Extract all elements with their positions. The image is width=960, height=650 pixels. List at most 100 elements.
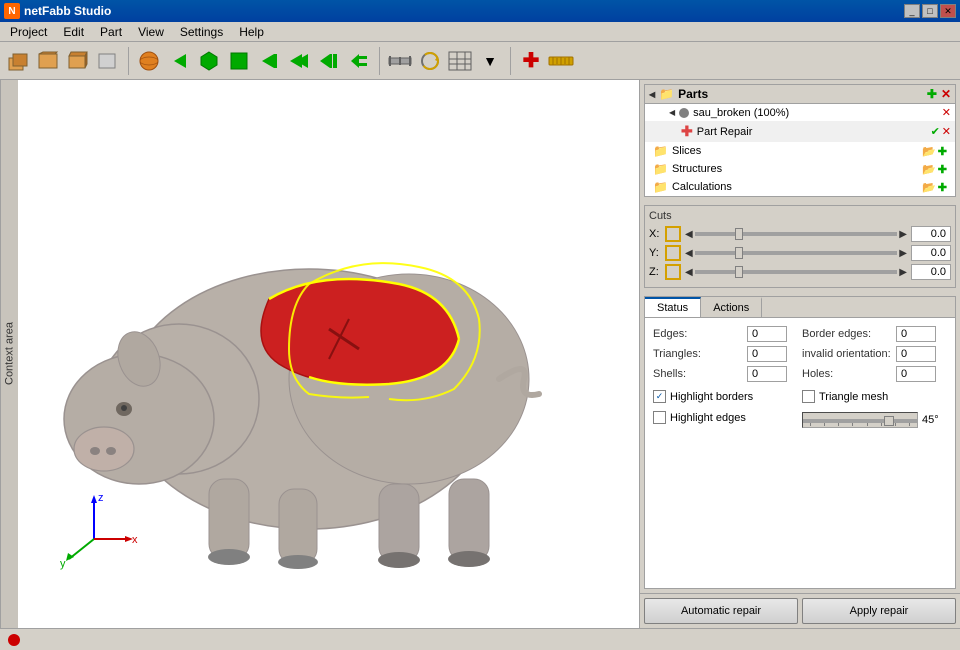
- tree-item-slices[interactable]: 📁 Slices 📂 ✚: [645, 142, 955, 160]
- menu-part[interactable]: Part: [92, 23, 130, 41]
- menu-edit[interactable]: Edit: [55, 23, 92, 41]
- repair-check-icon[interactable]: ✔: [931, 125, 940, 138]
- cut-arrow-left-x[interactable]: ◀: [685, 229, 693, 240]
- toolbar-arrow-left[interactable]: [165, 47, 193, 75]
- triangle-mesh-checkbox[interactable]: [802, 390, 815, 403]
- menu-help[interactable]: Help: [231, 23, 272, 41]
- toolbar-grid[interactable]: [446, 47, 474, 75]
- close-button[interactable]: ✕: [940, 4, 956, 18]
- cut-arrow-left-y[interactable]: ◀: [685, 248, 693, 259]
- toolbar: ▼ ✚: [0, 42, 960, 80]
- part-remove[interactable]: ✕: [942, 106, 951, 119]
- cut-row-z: Z: ◀ ▶ 0.0: [649, 264, 951, 280]
- invalid-orient-label: invalid orientation:: [802, 348, 892, 360]
- highlight-borders-row: Highlight borders: [653, 390, 798, 403]
- toolbar-measure[interactable]: [386, 47, 414, 75]
- context-area-label: Context area: [0, 80, 18, 628]
- toolbar-hexagon[interactable]: [195, 47, 223, 75]
- cut-slider-z[interactable]: [695, 270, 898, 274]
- status-edges-row: Edges: 0: [653, 326, 798, 342]
- menu-settings[interactable]: Settings: [172, 23, 231, 41]
- toolbar-circle-arrow[interactable]: [416, 47, 444, 75]
- automatic-repair-button[interactable]: Automatic repair: [644, 598, 798, 624]
- edges-label: Edges:: [653, 328, 743, 340]
- menu-bar: Project Edit Part View Settings Help: [0, 22, 960, 42]
- parts-remove-icon[interactable]: ✕: [941, 87, 951, 101]
- cut-arrow-left-z[interactable]: ◀: [685, 267, 693, 278]
- calcs-add-icon[interactable]: ✚: [938, 181, 947, 194]
- svg-text:z: z: [98, 492, 104, 504]
- parts-expand-arrow[interactable]: ◀: [649, 90, 655, 99]
- cut-row-x: X: ◀ ▶ 0.0: [649, 226, 951, 242]
- toolbar-dropdown[interactable]: ▼: [476, 47, 504, 75]
- slices-folder-icon: 📁: [653, 144, 668, 158]
- repair-cross-icon[interactable]: ✕: [942, 125, 951, 138]
- svg-text:y: y: [60, 558, 66, 570]
- toolbar-arrow-3[interactable]: [285, 47, 313, 75]
- toolbar-btn-4[interactable]: [94, 47, 122, 75]
- cut-value-y[interactable]: 0.0: [911, 245, 951, 261]
- highlight-edges-checkbox[interactable]: [653, 411, 666, 424]
- toolbar-sep-3: [510, 47, 511, 75]
- cut-checkbox-x[interactable]: [665, 226, 681, 242]
- toolbar-arrow-5[interactable]: [345, 47, 373, 75]
- parts-add-icon[interactable]: ✚: [927, 87, 937, 101]
- highlight-edges-row: Highlight edges: [653, 411, 798, 424]
- tab-bar: Status Actions: [645, 297, 955, 318]
- toolbar-ruler[interactable]: [547, 47, 575, 75]
- triangles-label: Triangles:: [653, 348, 743, 360]
- toolbar-sep-2: [379, 47, 380, 75]
- toolbar-btn-1[interactable]: [4, 47, 32, 75]
- angle-slider[interactable]: [802, 412, 918, 428]
- toolbar-arrow-2[interactable]: [255, 47, 283, 75]
- toolbar-arrow-4[interactable]: [315, 47, 343, 75]
- highlight-borders-checkbox[interactable]: [653, 390, 666, 403]
- calcs-open-icon[interactable]: 📂: [922, 181, 936, 194]
- structures-add-icon[interactable]: ✚: [938, 163, 947, 176]
- status-invalid-orient-row: invalid orientation: 0: [802, 346, 947, 362]
- cut-value-z[interactable]: 0.0: [911, 264, 951, 280]
- toolbar-green-box[interactable]: [225, 47, 253, 75]
- viewport[interactable]: Context area: [0, 80, 640, 628]
- triangles-value: 0: [747, 346, 787, 362]
- border-edges-value: 0: [896, 326, 936, 342]
- cut-label-z: Z:: [649, 266, 661, 278]
- highlight-edges-label: Highlight edges: [670, 412, 746, 424]
- tab-status[interactable]: Status: [645, 297, 701, 317]
- cut-slider-x[interactable]: [695, 232, 898, 236]
- tree-item-repair[interactable]: ✚ Part Repair ✔ ✕: [645, 121, 955, 142]
- toolbar-sphere[interactable]: [135, 47, 163, 75]
- cut-arrow-right-z[interactable]: ▶: [899, 267, 907, 278]
- tree-item-structures[interactable]: 📁 Structures 📂 ✚: [645, 160, 955, 178]
- tree-item-part[interactable]: ◀ sau_broken (100%) ✕: [645, 104, 955, 121]
- cut-row-y: Y: ◀ ▶ 0.0: [649, 245, 951, 261]
- apply-repair-button[interactable]: Apply repair: [802, 598, 956, 624]
- structures-open-icon[interactable]: 📂: [922, 163, 936, 176]
- title-bar: N netFabb Studio _ □ ✕: [0, 0, 960, 22]
- slices-open-icon[interactable]: 📂: [922, 145, 936, 158]
- cut-slider-y[interactable]: [695, 251, 898, 255]
- maximize-button[interactable]: □: [922, 4, 938, 18]
- right-panel: ◀ 📁 Parts ✚ ✕ ◀ sau_broken (100%) ✕: [640, 80, 960, 628]
- holes-label: Holes:: [802, 368, 892, 380]
- edges-value: 0: [747, 326, 787, 342]
- menu-view[interactable]: View: [130, 23, 172, 41]
- pig-3d-view[interactable]: z y x: [18, 80, 639, 628]
- toolbar-add[interactable]: ✚: [517, 47, 545, 75]
- tab-actions[interactable]: Actions: [701, 297, 762, 317]
- shells-value: 0: [747, 366, 787, 382]
- cut-checkbox-z[interactable]: [665, 264, 681, 280]
- slices-add-icon[interactable]: ✚: [938, 145, 947, 158]
- tree-item-calculations[interactable]: 📁 Calculations 📂 ✚: [645, 178, 955, 196]
- window-title: netFabb Studio: [24, 4, 111, 18]
- cut-arrow-right-x[interactable]: ▶: [899, 229, 907, 240]
- part-expand[interactable]: ◀: [669, 108, 675, 117]
- cut-value-x[interactable]: 0.0: [911, 226, 951, 242]
- menu-project[interactable]: Project: [2, 23, 55, 41]
- minimize-button[interactable]: _: [904, 4, 920, 18]
- calculations-folder-icon: 📁: [653, 180, 668, 194]
- cut-checkbox-y[interactable]: [665, 245, 681, 261]
- toolbar-btn-3[interactable]: [64, 47, 92, 75]
- toolbar-btn-2[interactable]: [34, 47, 62, 75]
- cut-arrow-right-y[interactable]: ▶: [899, 248, 907, 259]
